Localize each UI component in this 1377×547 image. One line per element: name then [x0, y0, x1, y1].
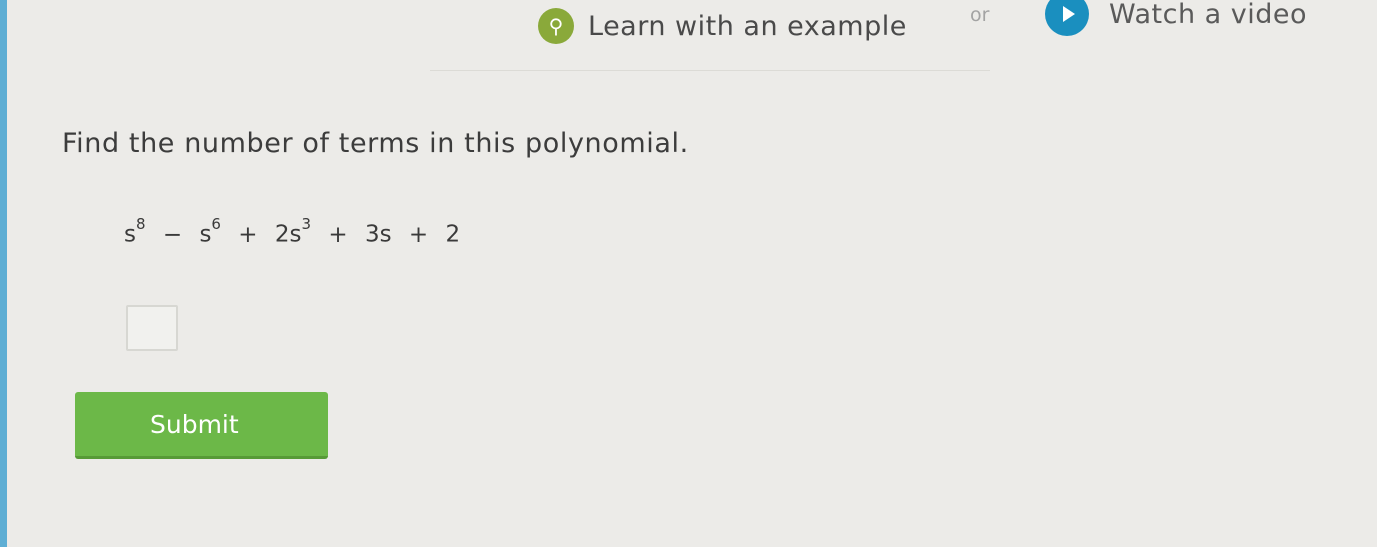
video-link-label: Watch a video	[1109, 0, 1308, 30]
help-bar: ⚲ Learn with an example or Watch a video	[0, 0, 1377, 70]
term-1-exponent: 8	[135, 215, 146, 233]
term-1-base: s	[124, 221, 136, 248]
header-divider	[430, 70, 990, 71]
operator-3: +	[328, 221, 348, 248]
watch-video-link[interactable]: Watch a video	[1045, 0, 1307, 36]
learn-with-example-link[interactable]: ⚲ Learn with an example	[538, 8, 907, 44]
term-5: 2	[445, 221, 461, 248]
left-edge-bar	[0, 0, 7, 547]
operator-2: +	[238, 221, 258, 248]
term-3-exponent: 3	[301, 215, 312, 233]
polynomial-expression: s8 − s6 + 2s3 + 3s + 2	[124, 215, 461, 248]
term-3-base: 2s	[274, 221, 302, 248]
submit-button[interactable]: Submit	[75, 392, 328, 459]
lightbulb-icon: ⚲	[538, 8, 574, 44]
term-2-base: s	[199, 221, 212, 248]
or-separator: or	[970, 4, 990, 26]
learn-link-label: Learn with an example	[588, 10, 907, 42]
operator-1: −	[162, 221, 183, 248]
term-2-exponent: 6	[211, 215, 221, 233]
operator-4: +	[408, 221, 429, 248]
answer-input[interactable]	[126, 305, 178, 351]
term-4: 3s	[364, 221, 392, 248]
play-icon	[1045, 0, 1089, 36]
question-prompt: Find the number of terms in this polynom…	[62, 128, 689, 159]
play-triangle-icon	[1062, 6, 1075, 22]
